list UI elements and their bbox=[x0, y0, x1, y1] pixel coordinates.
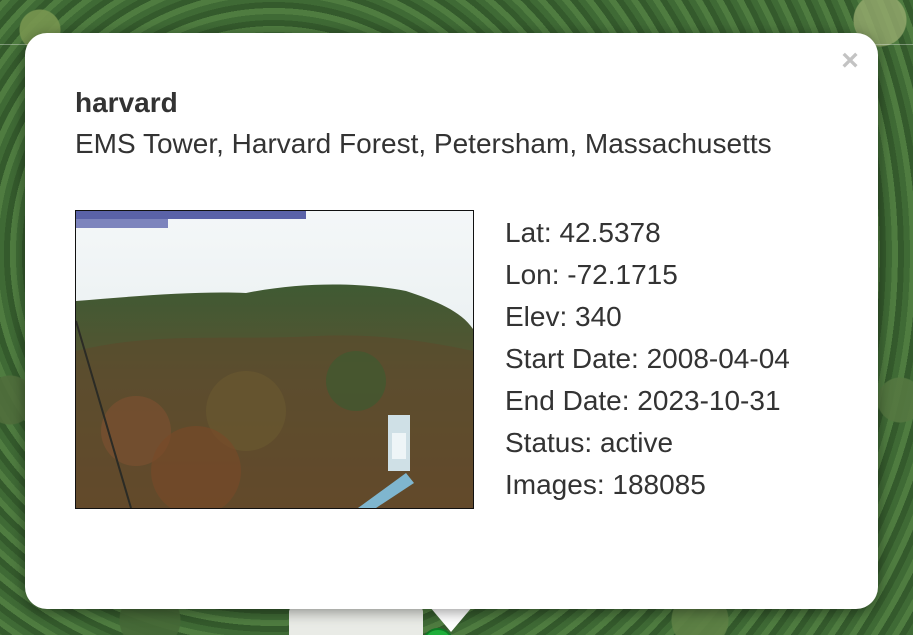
site-description: EMS Tower, Harvard Forest, Petersham, Ma… bbox=[75, 128, 772, 159]
camera-thumbnail[interactable] bbox=[75, 210, 474, 509]
detail-end-date: End Date: 2023-10-31 bbox=[505, 385, 781, 416]
site-popup: × harvard EMS Tower, Harvard Forest, Pet… bbox=[25, 33, 878, 609]
detail-images: Images: 188085 bbox=[505, 469, 706, 500]
detail-elev: Elev: 340 bbox=[505, 301, 622, 332]
camera-thumbnail-image bbox=[76, 211, 473, 508]
detail-status: Status: active bbox=[505, 427, 674, 458]
site-name: harvard bbox=[75, 87, 178, 118]
site-details: Lat: 42.5378 Lon: -72.1715 Elev: 340 Sta… bbox=[505, 212, 790, 506]
detail-lon: Lon: -72.1715 bbox=[505, 259, 678, 290]
detail-lat: Lat: 42.5378 bbox=[505, 217, 661, 248]
map-road bbox=[289, 606, 423, 635]
close-icon[interactable]: × bbox=[836, 46, 864, 76]
detail-start-date: Start Date: 2008-04-04 bbox=[505, 343, 790, 374]
